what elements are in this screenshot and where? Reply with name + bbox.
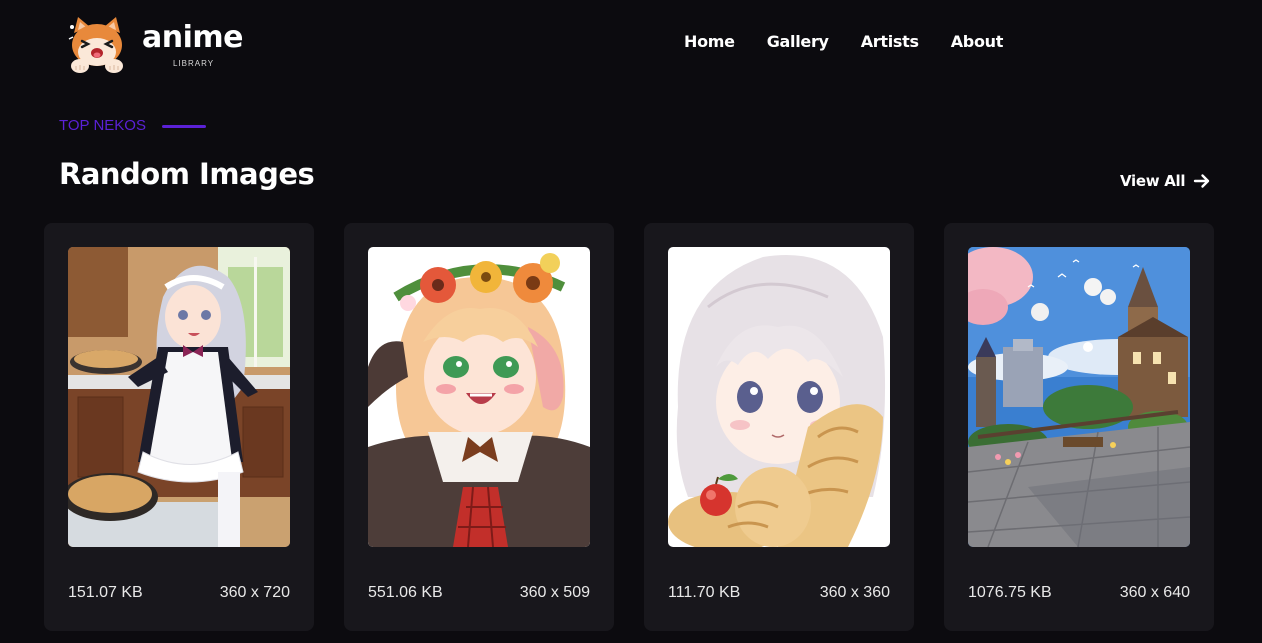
logo-link[interactable]: anime LIBRARY xyxy=(66,14,256,74)
page: anime LIBRARY Home Gallery Artists About… xyxy=(0,0,1262,643)
image-card[interactable]: 151.07 KB 360 x 720 xyxy=(44,223,314,631)
shiba-dog-mascot-icon xyxy=(68,17,123,73)
view-all-link[interactable]: View All xyxy=(1120,171,1211,191)
image-grid: 151.07 KB 360 x 720 551.06 KB 360 x 509 … xyxy=(44,223,1214,643)
file-size: 151.07 KB xyxy=(68,584,143,601)
section-title: Random Images xyxy=(59,157,315,191)
image-thumbnail[interactable] xyxy=(668,247,890,547)
image-dimensions: 360 x 360 xyxy=(819,584,890,601)
file-size: 1076.75 KB xyxy=(968,584,1052,601)
logo-subtitle: LIBRARY xyxy=(173,59,215,68)
nav-artists[interactable]: Artists xyxy=(861,32,919,52)
image-dimensions: 360 x 720 xyxy=(219,584,290,601)
image-meta: 151.07 KB 360 x 720 xyxy=(68,583,290,603)
image-meta: 551.06 KB 360 x 509 xyxy=(368,583,590,603)
arrow-right-icon xyxy=(1194,174,1210,188)
view-all-label: View All xyxy=(1120,172,1186,190)
image-thumbnail[interactable] xyxy=(968,247,1190,547)
image-meta: 111.70 KB 360 x 360 xyxy=(668,583,890,603)
site-header: anime LIBRARY Home Gallery Artists About xyxy=(0,0,1262,90)
image-card[interactable]: 1076.75 KB 360 x 640 xyxy=(944,223,1214,631)
section-eyebrow: TOP NEKOS xyxy=(59,117,206,135)
image-card[interactable]: 551.06 KB 360 x 509 xyxy=(344,223,614,631)
image-dimensions: 360 x 509 xyxy=(519,584,590,601)
nav-gallery[interactable]: Gallery xyxy=(767,32,829,52)
main-nav: Home Gallery Artists About xyxy=(684,32,1003,52)
logo-word: anime xyxy=(142,20,244,55)
file-size: 551.06 KB xyxy=(368,584,443,601)
image-thumbnail[interactable] xyxy=(368,247,590,547)
nav-home[interactable]: Home xyxy=(684,32,735,52)
logo-wordmark: anime LIBRARY xyxy=(142,15,252,73)
file-size: 111.70 KB xyxy=(668,584,741,601)
eyebrow-divider xyxy=(161,125,206,128)
image-dimensions: 360 x 640 xyxy=(1119,584,1190,601)
flower-crown-girl-illustration xyxy=(368,247,590,547)
image-thumbnail[interactable] xyxy=(68,247,290,547)
fantasy-town-balloons-illustration xyxy=(968,247,1190,547)
nav-about[interactable]: About xyxy=(951,32,1004,52)
maid-girl-cooking-illustration xyxy=(68,247,290,547)
eyebrow-label: TOP NEKOS xyxy=(59,117,146,134)
white-haired-girl-with-bread-illustration xyxy=(668,247,890,547)
image-card[interactable]: 111.70 KB 360 x 360 xyxy=(644,223,914,631)
image-meta: 1076.75 KB 360 x 640 xyxy=(968,583,1190,603)
